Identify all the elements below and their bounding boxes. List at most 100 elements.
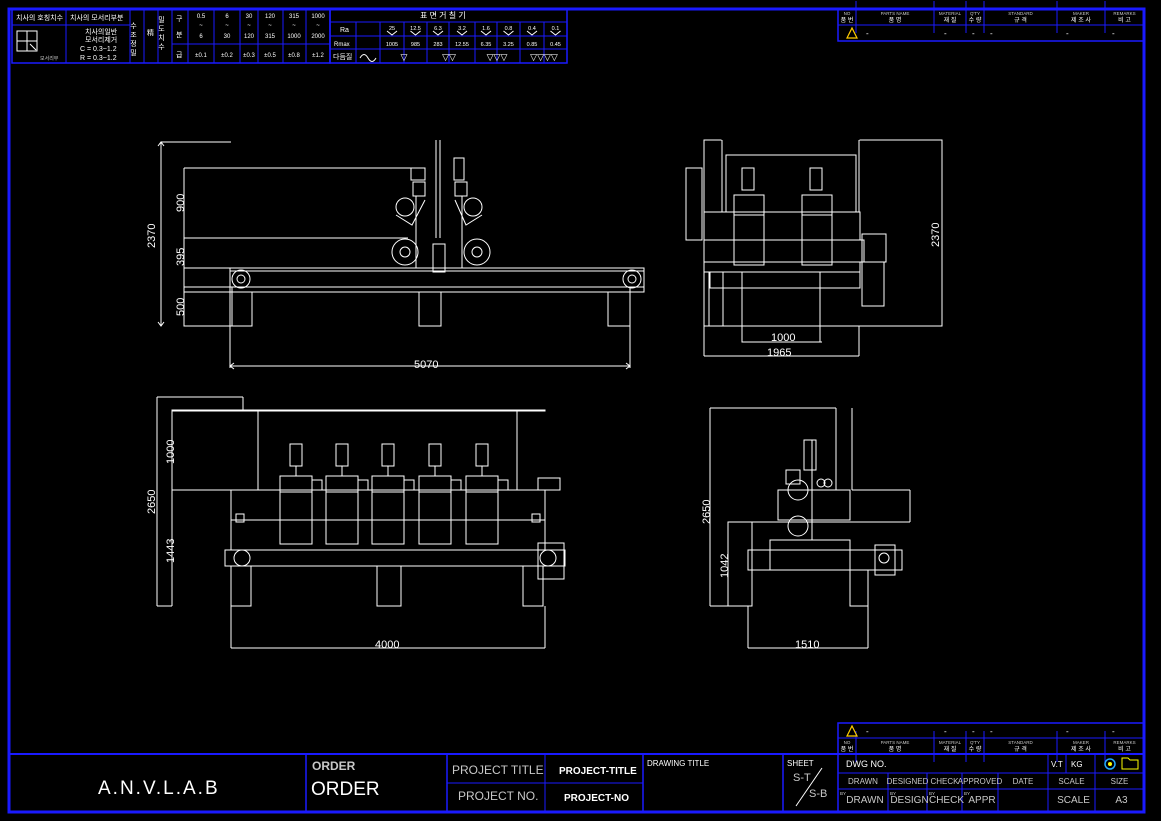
side-view-top [685, 139, 943, 357]
head-body [371, 491, 405, 545]
parts-col-en: NO [844, 740, 851, 745]
tb-row-label: DESIGNED [887, 777, 929, 786]
parts-col-en: NO [844, 11, 851, 16]
rmax-value: 0.45 [550, 42, 561, 48]
bs-width-dim: 1510 [795, 639, 819, 651]
head-body [325, 491, 359, 545]
ra-value: 0.1 [552, 26, 560, 32]
finish-symbol: ▽▽ [442, 52, 456, 62]
parts-col-en: REMARKS [1113, 740, 1135, 745]
class-col-3: 밀 도 치 수 [158, 16, 165, 51]
order-large: ORDER [311, 779, 380, 800]
front-width-dim: 5070 [414, 359, 438, 371]
parts-col-en: STANDARD [1008, 11, 1033, 16]
finish-symbol: ▽ [401, 52, 408, 62]
tolerance-value: ±0.2 [221, 53, 233, 59]
parts-col-en: PARTS NAME [881, 740, 910, 745]
tolerance-value: ±1.2 [312, 53, 324, 59]
rmax-label: Rmax [334, 42, 350, 48]
front-mid-dim: 395 [175, 248, 187, 266]
rmax-value: 3.25 [503, 42, 514, 48]
range-bottom: 6 [199, 34, 203, 40]
parts-col-en: REMARKS [1113, 11, 1135, 16]
gu-3: 급 [176, 51, 183, 59]
tol-rr: R = 0.3~1.2 [80, 55, 117, 62]
parts-col-en: MAKER [1073, 740, 1090, 745]
parts-dash: - [944, 727, 947, 736]
parts-list-bottom: NO품 번 PARTS NAME품 명 MATERIAL재 질 Q'TY수 량 STAN… [837, 722, 1145, 762]
tb-by: BY [890, 791, 896, 796]
parts-col-kr: 비 고 [1118, 16, 1131, 24]
tolerance-value: ±0.8 [288, 53, 300, 59]
ra-value: 0.4 [528, 26, 536, 32]
bf-upper-dim: 1000 [165, 440, 177, 464]
tb-row-value: CHECK [929, 795, 964, 806]
kg-label: KG [1071, 760, 1083, 769]
sheet-label: SHEET [787, 759, 814, 768]
roughness-table: 표 면 거 칠 기 Ra Rmax 다듬질 25 12.5 6.3 3.2 1.6 0.8… [329, 8, 568, 64]
chamfer-icon [16, 30, 38, 52]
tb-row-label: CHECK [930, 777, 959, 786]
side-view-bottom [709, 407, 911, 649]
range-bottom: 2000 [311, 34, 325, 40]
tolerance-table: 치사의 호칭치수 치사의 모서리부분 모서리부 치사의일반 모서리제거 C = … [11, 8, 331, 64]
parts-col-kr: 수 량 [969, 746, 982, 753]
range-bottom: 315 [265, 34, 276, 40]
parts-col-kr: 품 명 [889, 16, 902, 24]
front-height-dim: 2370 [146, 224, 158, 248]
front-lower-dim: 500 [175, 298, 187, 316]
gu-1: 구 [176, 15, 183, 23]
parts-col-kr: 규 격 [1014, 17, 1027, 24]
spindle-motor [475, 443, 489, 467]
finish-symbol: ▽▽▽▽ [530, 52, 558, 62]
parts-col-kr: 비 고 [1118, 745, 1131, 753]
project-title-label: PROJECT TITLE [452, 763, 544, 777]
parts-col-kr: 규 격 [1014, 746, 1027, 753]
tol-header-2: 치사의 모서리부분 [70, 13, 124, 22]
company-name: A.N.V.L.A.B [98, 778, 220, 799]
front-view-bottom [156, 396, 566, 649]
rmax-value: 985 [411, 42, 420, 48]
range-top: 0.5 [197, 14, 206, 20]
tol-note-2: 모서리제거 [85, 35, 117, 44]
ra-value: 0.8 [505, 26, 513, 32]
parts-col-en: MATERIAL [939, 740, 962, 745]
wave-icon [359, 54, 377, 62]
parts-dash: - [1112, 727, 1115, 736]
bf-lower-dim: 1443 [165, 539, 177, 563]
tb-by: BY [964, 791, 970, 796]
ra-value: 1.6 [482, 26, 490, 32]
parts-dash: - [972, 29, 975, 38]
bs-height-dim: 2650 [701, 500, 713, 524]
parts-col-kr: 제 조 사 [1071, 745, 1091, 753]
parts-col-en: MAKER [1073, 11, 1090, 16]
spindle-motor [381, 443, 395, 467]
range-tilde: ~ [247, 23, 251, 29]
tb-row-value: APPR [968, 795, 995, 806]
sheet-top: S-T [793, 772, 811, 784]
rmax-value: 0.85 [527, 42, 538, 48]
parts-dash: - [866, 29, 869, 38]
bolt [531, 513, 541, 523]
finish-label: 다듬질 [333, 52, 352, 61]
head-body [279, 491, 313, 545]
project-no-value: PROJECT-NO [564, 793, 629, 804]
tol-cc: C = 0.3~1.2 [80, 46, 117, 53]
tb-row-value: A3 [1115, 795, 1128, 806]
range-top: 30 [246, 14, 253, 20]
tb-row-value: DESIGN [890, 795, 928, 806]
parts-col-en: Q'TY [970, 740, 980, 745]
rmax-value: 1005 [386, 42, 398, 48]
tb-row-value: DRAWN [846, 795, 883, 806]
tb-row-label: APPROVED [958, 777, 1003, 786]
ra-value: 25 [389, 26, 395, 32]
tb-row-label: DATE [1013, 777, 1034, 786]
tb-row-label: DRAWN [848, 777, 878, 786]
ra-value: 12.5 [410, 26, 421, 32]
class-col-1: 수 조 정 밀 [130, 22, 137, 56]
bf-height-dim: 2650 [146, 490, 158, 514]
parts-col-en: Q'TY [970, 11, 980, 16]
parts-col-kr: 수 량 [969, 17, 982, 24]
gear-icon [1104, 758, 1116, 770]
range-tilde: ~ [199, 23, 203, 29]
